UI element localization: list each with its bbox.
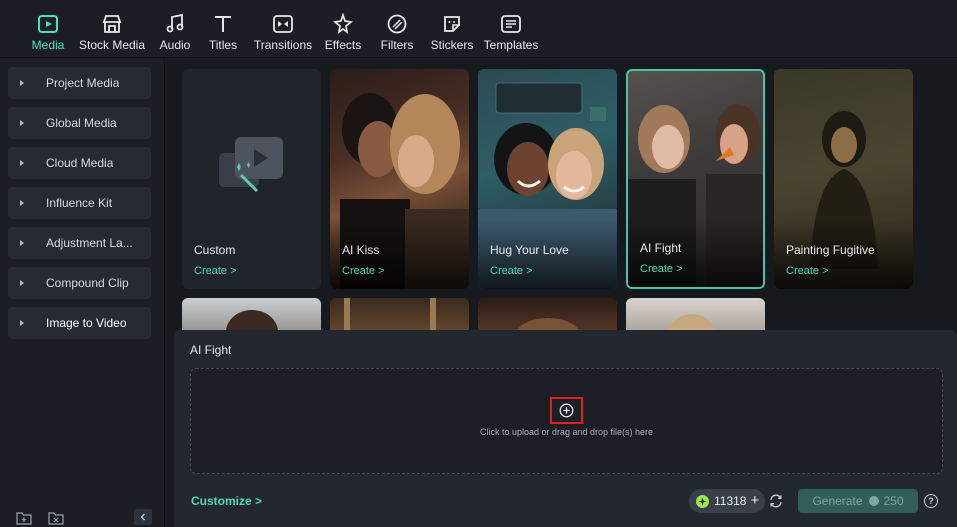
tab-stock-media-label: Stock Media bbox=[78, 38, 146, 52]
credit-coin-icon bbox=[696, 494, 709, 508]
template-card-name: Hug Your Love bbox=[490, 243, 569, 257]
tab-stickers-label: Stickers bbox=[430, 38, 474, 52]
sidebar-item-label: Cloud Media bbox=[46, 156, 114, 170]
upload-dropzone[interactable]: Click to upload or drag and drop file(s)… bbox=[190, 368, 943, 474]
sidebar-item-cloud-media[interactable]: Cloud Media bbox=[8, 147, 151, 179]
expand-arrow-icon bbox=[20, 240, 24, 246]
template-card-create-link[interactable]: Create > bbox=[786, 265, 829, 277]
generate-cost: 250 bbox=[883, 494, 904, 508]
credits-pill: 11318 + bbox=[689, 489, 765, 513]
effects-icon bbox=[332, 13, 354, 34]
tab-media[interactable]: Media bbox=[26, 0, 70, 58]
customize-link[interactable]: Customize > bbox=[191, 494, 262, 508]
tab-titles[interactable]: Titles bbox=[196, 0, 250, 58]
add-credits-button[interactable]: + bbox=[750, 493, 759, 508]
tab-stickers[interactable]: Stickers bbox=[424, 0, 480, 58]
generate-label: Generate bbox=[812, 494, 863, 508]
sidebar-item-image-to-video[interactable]: Image to Video bbox=[8, 307, 151, 339]
tab-audio-label: Audio bbox=[159, 38, 191, 52]
plus-circle-icon bbox=[559, 403, 574, 418]
chevron-left-icon bbox=[140, 513, 145, 521]
tab-media-label: Media bbox=[31, 38, 65, 52]
tab-transitions-label: Transitions bbox=[253, 38, 313, 52]
tab-audio[interactable]: Audio bbox=[154, 0, 196, 58]
tab-effects-label: Effects bbox=[324, 38, 362, 52]
sidebar-item-label: Image to Video bbox=[46, 316, 127, 330]
template-card-painting-fugitive[interactable]: Painting Fugitive Create > bbox=[774, 69, 913, 289]
sidebar-item-label: Global Media bbox=[46, 116, 117, 130]
template-card-ai-fight[interactable]: AI Fight Create > bbox=[626, 69, 765, 289]
stickers-icon bbox=[444, 16, 460, 32]
refresh-icon[interactable] bbox=[768, 493, 784, 509]
tab-effects[interactable]: Effects bbox=[316, 0, 370, 58]
collapse-sidebar-button[interactable] bbox=[134, 509, 152, 525]
top-toolbar: Media Stock Media Audio Titles Transitio… bbox=[0, 0, 957, 58]
upload-add-button[interactable] bbox=[550, 397, 583, 424]
panel-title: AI Fight bbox=[190, 343, 232, 357]
sidebar-item-label: Compound Clip bbox=[46, 276, 129, 290]
help-icon[interactable]: ? bbox=[924, 494, 938, 508]
template-card-create-link[interactable]: Create > bbox=[490, 265, 533, 277]
ai-fight-panel: AI Fight Click to upload or drag and dro… bbox=[174, 330, 957, 527]
template-card-name: Custom bbox=[194, 243, 236, 257]
upload-hint: Click to upload or drag and drop file(s)… bbox=[479, 427, 654, 437]
sidebar-item-global-media[interactable]: Global Media bbox=[8, 107, 151, 139]
audio-icon bbox=[166, 13, 184, 33]
sidebar-item-adjustment-layer[interactable]: Adjustment La... bbox=[8, 227, 151, 259]
template-card-name: Painting Fugitive bbox=[786, 243, 875, 257]
template-card-create-link[interactable]: Create > bbox=[342, 265, 385, 277]
delete-folder-icon[interactable] bbox=[48, 511, 64, 525]
expand-arrow-icon bbox=[20, 320, 24, 326]
sidebar-footer bbox=[0, 501, 165, 527]
template-card-hug-your-love[interactable]: Hug Your Love Create > bbox=[478, 69, 617, 289]
titles-icon bbox=[215, 16, 231, 32]
template-card-create-link[interactable]: Create > bbox=[194, 265, 237, 277]
tab-templates[interactable]: Templates bbox=[480, 0, 542, 58]
stock-media-icon bbox=[102, 15, 122, 33]
sidebar-item-project-media[interactable]: Project Media bbox=[8, 67, 151, 99]
expand-arrow-icon bbox=[20, 200, 24, 206]
sidebar-item-influence-kit[interactable]: Influence Kit bbox=[8, 187, 151, 219]
sidebar-item-label: Adjustment La... bbox=[46, 236, 133, 250]
transitions-icon bbox=[273, 15, 293, 33]
credit-coin-icon bbox=[868, 496, 879, 506]
media-icon bbox=[38, 15, 58, 33]
template-card-name: AI Fight bbox=[640, 241, 682, 255]
tab-titles-label: Titles bbox=[208, 38, 238, 52]
expand-arrow-icon bbox=[20, 80, 24, 86]
template-card-ai-kiss[interactable]: AI Kiss Create > bbox=[330, 69, 469, 289]
tab-stock-media[interactable]: Stock Media bbox=[70, 0, 154, 58]
generate-button[interactable]: Generate 250 bbox=[798, 489, 918, 513]
expand-arrow-icon bbox=[20, 120, 24, 126]
tab-transitions[interactable]: Transitions bbox=[250, 0, 316, 58]
filters-icon bbox=[387, 14, 407, 34]
tab-templates-label: Templates bbox=[483, 38, 539, 52]
tab-filters[interactable]: Filters bbox=[370, 0, 424, 58]
credits-count: 11318 bbox=[714, 494, 747, 508]
media-sidebar: Project Media Global Media Cloud Media I… bbox=[0, 59, 165, 527]
sidebar-item-label: Influence Kit bbox=[46, 196, 113, 210]
tab-filters-label: Filters bbox=[380, 38, 414, 52]
sidebar-item-compound-clip[interactable]: Compound Clip bbox=[8, 267, 151, 299]
expand-arrow-icon bbox=[20, 160, 24, 166]
template-card-custom[interactable]: Custom Create > bbox=[182, 69, 321, 289]
custom-create-icon bbox=[219, 137, 283, 193]
sidebar-item-label: Project Media bbox=[46, 76, 120, 90]
templates-icon bbox=[501, 15, 521, 33]
new-folder-icon[interactable] bbox=[16, 511, 32, 525]
expand-arrow-icon bbox=[20, 280, 24, 286]
template-card-create-link[interactable]: Create > bbox=[640, 263, 683, 275]
template-card-name: AI Kiss bbox=[342, 243, 380, 257]
